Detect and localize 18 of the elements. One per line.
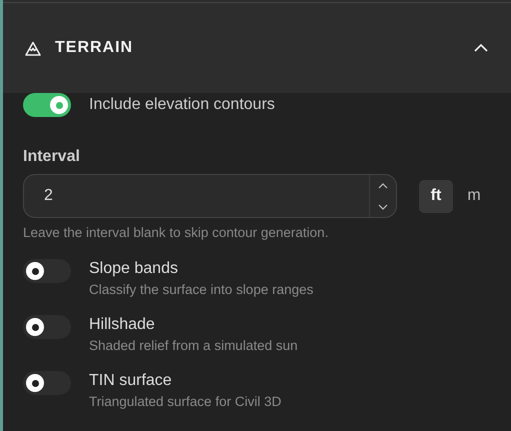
toggle-switch[interactable] [23,371,71,395]
toggle-label: TIN surface [89,371,173,391]
toggle-description: Classify the surface into slope ranges [89,282,314,298]
toggle-description: Triangulated surface for Civil 3D [89,394,282,410]
help-text: Leave the interval blank to skip contour generation. [23,225,330,241]
chevron-icon[interactable] [473,43,489,53]
toggle-label: Slope bands [89,259,179,279]
section-title: TERRAIN [55,39,134,57]
toggle-switch[interactable] [23,93,71,117]
toggle-switch[interactable] [23,315,71,339]
unit-option[interactable]: m [457,180,491,212]
mountain-icon [25,40,41,56]
toggle-description: Shaded relief from a simulated sun [89,338,298,354]
field-label: Interval [23,147,81,167]
toggle-label: Hillshade [89,315,156,335]
toggle-label: Include elevation contours [89,96,275,114]
toggle-switch[interactable] [23,259,71,283]
unit-option[interactable]: ft [419,180,453,212]
